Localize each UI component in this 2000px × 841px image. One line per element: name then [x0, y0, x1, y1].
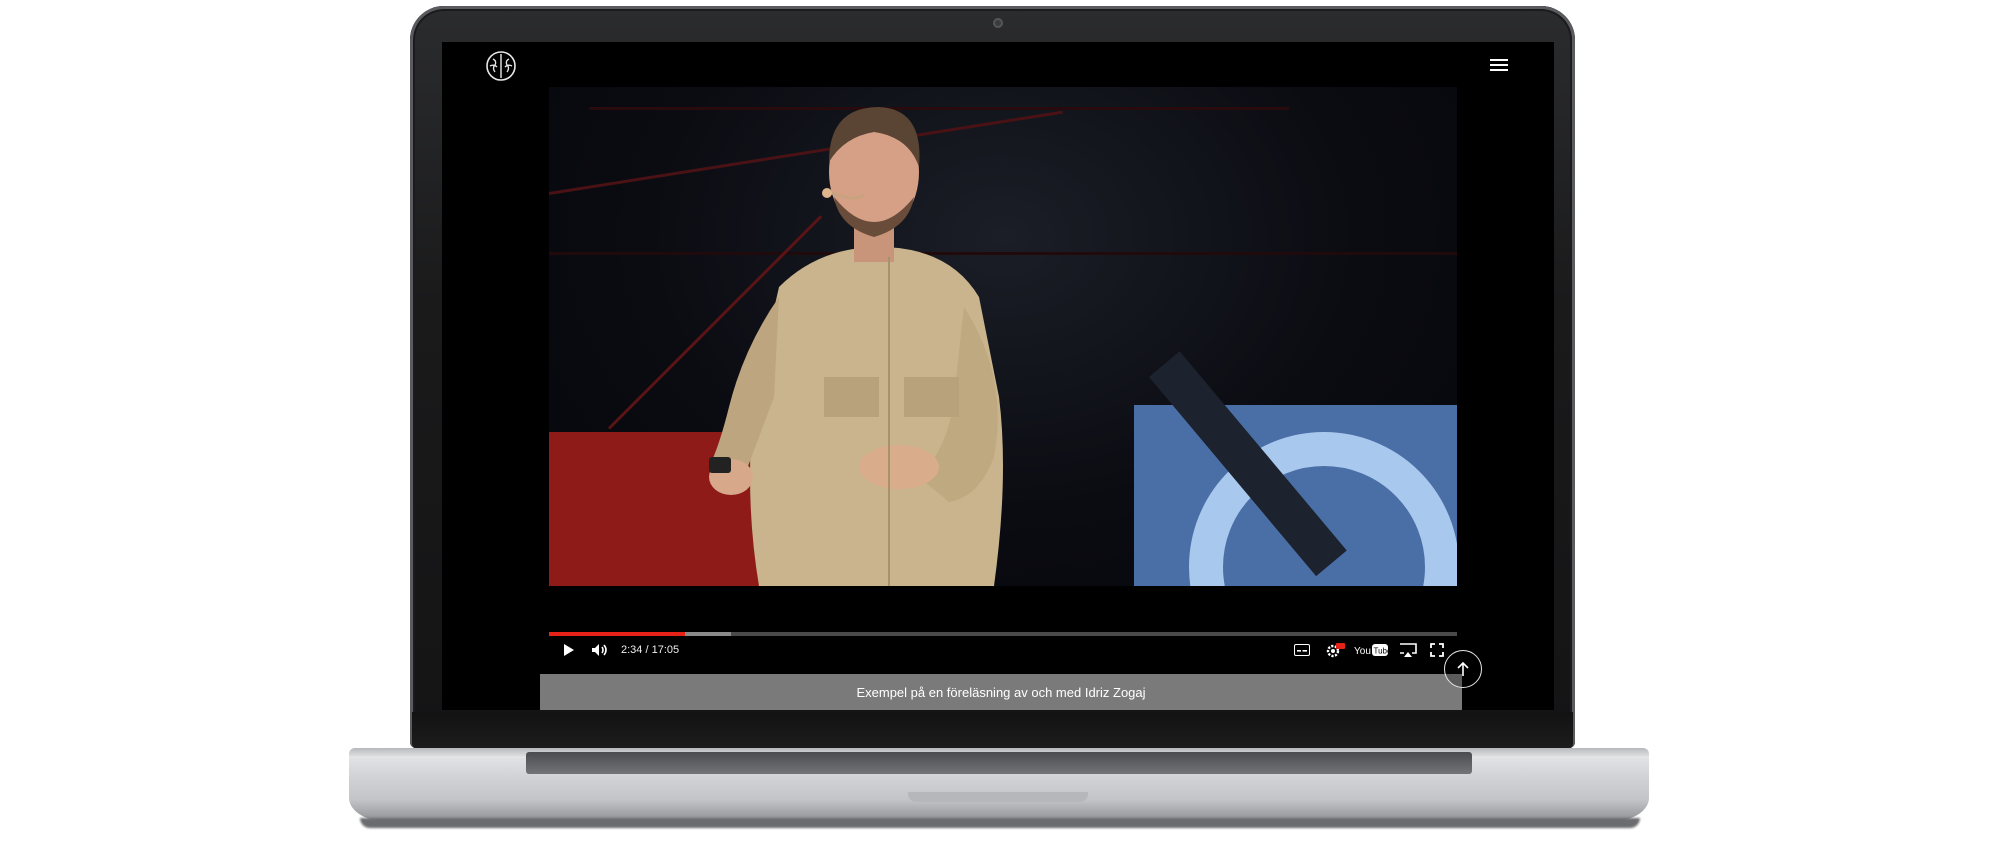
progress-played	[549, 632, 686, 636]
fullscreen-icon	[1430, 643, 1444, 657]
subtitles-icon	[1294, 644, 1310, 656]
video-caption-bar: Exempel på en föreläsning av och med Idr…	[540, 674, 1462, 710]
youtube-logo-icon: You Tube	[1354, 644, 1389, 657]
keyboard-strip	[526, 752, 1472, 774]
video-frame[interactable]	[549, 87, 1457, 586]
youtube-logo-button[interactable]: You Tube	[1354, 641, 1388, 659]
hamburger-menu-icon[interactable]	[1490, 56, 1508, 72]
volume-icon	[592, 644, 607, 656]
airplay-button[interactable]	[1398, 641, 1418, 659]
settings-button[interactable]	[1324, 641, 1346, 659]
svg-text:You: You	[1354, 646, 1371, 657]
airplay-icon	[1400, 643, 1417, 657]
fullscreen-button[interactable]	[1428, 641, 1446, 659]
trackpad-notch	[908, 792, 1088, 802]
speaker-figure	[709, 107, 1003, 586]
play-icon	[564, 644, 574, 656]
play-button[interactable]	[560, 641, 578, 659]
menu-line	[1490, 59, 1508, 61]
webcam	[993, 18, 1003, 28]
settings-gear-icon	[1326, 643, 1345, 658]
subtitles-button[interactable]	[1292, 641, 1312, 659]
brain-icon[interactable]	[484, 49, 518, 83]
scroll-to-top-button[interactable]	[1444, 650, 1482, 688]
menu-line	[1490, 69, 1508, 71]
svg-text:Tube: Tube	[1374, 647, 1389, 656]
laptop-chin	[412, 712, 1573, 748]
laptop-shadow	[360, 818, 1640, 828]
video-progress-bar[interactable]	[549, 632, 1457, 636]
arrow-up-icon	[1457, 661, 1469, 676]
video-caption-text: Exempel på en föreläsning av och med Idr…	[856, 684, 1146, 700]
volume-button[interactable]	[590, 641, 610, 659]
time-display: 2:34 / 17:05	[621, 644, 680, 656]
menu-line	[1490, 64, 1508, 66]
